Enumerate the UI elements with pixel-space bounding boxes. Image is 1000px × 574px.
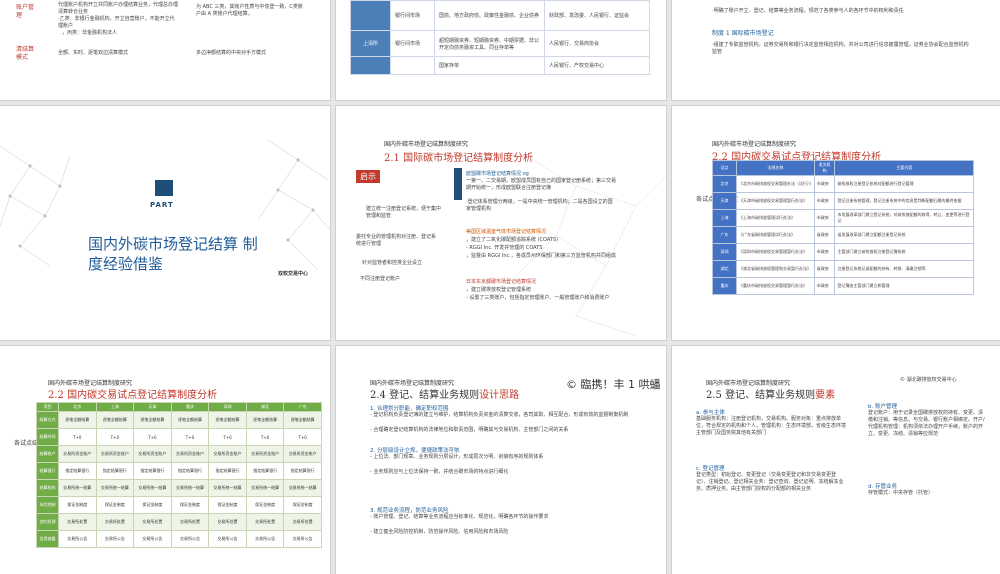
- section-2-heading: 2. 分层级设计立规，便捷政策法可依: [370, 448, 460, 454]
- slide-title: 2.1 国际碳市场登记结算制度分析: [384, 153, 534, 164]
- slide1-text-5: 全额、实时、逐笔双边清算模式: [58, 50, 129, 56]
- slide-thumbnail-4[interactable]: PART 国内外碳市场登记结算 制度经验借鉴 双权交易中心: [0, 106, 330, 340]
- registration-system-table: 试点 法规名称 发文机构 主要内容 北京 《北京市碳排放权交易管理办法（试行）》市…: [712, 160, 974, 295]
- slide-thumbnail-9[interactable]: 国内外碳市场登记结算制度研究 © 湖北碳排放权交易中心 2.5 登记、结算业务规…: [672, 346, 1000, 574]
- section-2-text-2: - 业务规则应与上位法保持一致，并结合碳市场的特点进行细化: [370, 469, 509, 475]
- jp-point-1: ，建立碳排放权登记管理系统: [466, 287, 532, 293]
- eu-heading: 欧盟碳市场登记结算情况 og: [466, 171, 529, 177]
- section-3-text-2: - 建立健全风险防控机制，防范操作风险、信用风险和市场风险: [370, 529, 509, 535]
- us-point-3: ，监督由 RGGI Inc.，各成员州环保部门和第三方监管机构共同组成: [466, 253, 616, 259]
- slide-title: 2.5 登记、结算业务规则要素: [706, 390, 836, 401]
- slide1-text-4: 为 ABC 三类，其账户性质与中债登一致，C类账户由 A 类账户代理结算。: [196, 4, 303, 17]
- us-point-2: - RGGI Inc. 开发并管理的 COATS: [466, 245, 543, 251]
- slide-thumbnail-3[interactable]: ·明确了账户开立、登记、结算等业务流程，规范了各类参与人的各环节中的权利和责任 …: [672, 0, 1000, 100]
- table-row: 深圳 《深圳市碳排放权交易管理暂行办法》 市政府 主管部门建立碳排放权注册登记簿系统: [712, 243, 974, 261]
- insight-2: 委托专业的管理机构对注册、登记系统进行管理: [356, 234, 437, 247]
- insight-1: 建立统一注册登记系统，便于集中管理和监管: [366, 206, 442, 219]
- table-row: 广东 《广东省碳排放管理试行办法》 省政府 省发展改革部门建立配额注册登记系统: [712, 226, 974, 244]
- us-point-1: ，建立了二氧化碳配额追踪系统 (COATS): [466, 237, 559, 243]
- slide1-text-1: 代理账户机构开立共同账户办理结算业务，代理总办理清算转仓业务: [58, 2, 179, 15]
- cover-title: 国内外碳市场登记结算 制度经验借鉴: [88, 235, 258, 273]
- slide-thumbnail-2[interactable]: 银行间市场 国债、地方政府债、政策性金融债、企业债券 财政部、发改委、人民银行、…: [336, 0, 666, 100]
- slide-thumbnail-6[interactable]: 国内外碳市场登记结算制度研究 2.2 国内碳交易试点登记结算制度分析 各试点登记…: [672, 106, 1000, 340]
- table-row: 北京 《北京市碳排放权交易管理办法（试行）》 市政府 碳排放权注册登记系统对配额进行登…: [712, 175, 974, 193]
- table-row: 上海 《上海市碳排放管理试行办法》 市政府 市发展改革部门建立登记系统，对碳排放配额的…: [712, 209, 974, 227]
- table-row: 天津 《天津市碳排放权交易管理暂行办法》 市政府 登记注册系统管理，登记注册系统中的信…: [712, 192, 974, 210]
- settlement-mechanism-table: 项目 北京 上海 天津 重庆 深圳 湖北 广东 结算方式 逐笔全额结算 逐笔全额结算…: [36, 402, 322, 548]
- section-3-text: - 账户管理、登记、结算等业务流程应当标准化、规范化，明确各环节的操作要求: [370, 514, 549, 520]
- element-d-text: 存管模式：中央存管（托管）: [868, 490, 934, 496]
- table-row: 结算账户 交易所资金账户 交易所资金账户 交易所资金账户 交易所资金账户 交易所资金账户交…: [36, 445, 322, 463]
- slide3-line-1: ·明确了账户开立、登记、结算等业务流程，规范了各类参与人的各环节中的权利和责任: [712, 8, 904, 14]
- element-a-heading: a. 参与主体: [696, 410, 725, 416]
- table-row: 国家存单 人民银行、产权交易中心: [350, 56, 650, 75]
- us-heading: 美国区域温室气体市场登记结算情况: [466, 229, 547, 235]
- network-graphic-right: [258, 139, 330, 271]
- slide-header: 国内外碳市场登记结算制度研究: [384, 141, 469, 148]
- table-row: 湖北 《湖北省碳排放权管理和交易暂行办法》 省政府 注册登记系统记录配额的持有、转移、…: [712, 260, 974, 278]
- table-header-row: 项目 北京 上海 天津 重庆 深圳 湖北 广东: [36, 402, 322, 412]
- eu-point-2: ·登记体系管理分两级，一是中央统一管理机构；二是各国设立的国家管理机构: [466, 199, 613, 212]
- table-row: 重庆 《重庆市碳排放权交易管理暂行办法》 市政府 登记簿由主管部门建立和管理: [712, 277, 974, 295]
- watermark-stamp: © 湖北碳排放权交易中心: [900, 377, 957, 383]
- slide-thumbnail-1[interactable]: 账户管理 清结算模式 代理账户机构开立共同账户办理结算业务，代理总办理清算转仓业…: [0, 0, 330, 100]
- eu-point-1: 一第一、二交易期，欧盟成员国有自己的国家登记册系统；第三交易期开始统一，形成欧盟…: [466, 178, 617, 191]
- corner-logo-text: 双权交易中心: [278, 271, 309, 277]
- account-management-label: 账户管理: [16, 4, 35, 19]
- custody-institution-table: 银行间市场 国债、地方政府债、政策性金融债、企业债券 财政部、发改委、人民银行、…: [350, 0, 650, 75]
- bracket-bar: [454, 168, 462, 200]
- table-row: 违约处理 交易所处置 交易所处置 交易所处置 交易所处置 交易所处置 交易所处置 交易所处置: [36, 513, 322, 531]
- slide-title: 2.4 登记、结算业务规则设计思路: [370, 390, 520, 401]
- watermark-stamp: © 臨携！丰 1 哄蟠: [566, 378, 661, 391]
- slide3-line-2: ·组建了专职监管机构，证券交易所和银行决定监管相应机构，并对公司进行信息披露管理…: [712, 42, 969, 55]
- part-label: PART: [150, 201, 174, 209]
- jp-point-2: - 设置了三类账户，包括指定管理账户、一般管理账户和消费账户: [466, 295, 610, 301]
- table-header-row: 试点 法规名称 发文机构 主要内容: [712, 160, 974, 176]
- insight-4: 不同注册登记账户: [360, 276, 401, 282]
- section-1-text: - 登记机构负责登记簿的建立与维护，结算机构负责资金的清算交收，各司其职、相互配…: [370, 412, 629, 418]
- insight-tag: 启示: [356, 170, 380, 183]
- table-row: 风险控制 保证金制度 保证金制度 保证金制度 保证金制度 保证金制度 保证金制度 保证金制度: [36, 496, 322, 514]
- jp-heading: 日本东京都碳市场登记结算情况: [466, 279, 537, 285]
- table-row: 上清所 银行间市场 超短期融资券、短期融资券、中期票据、非公开定向债务融资工具、…: [350, 30, 650, 57]
- slide-thumbnail-8[interactable]: 国内外碳市场登记结算制度研究 © 臨携！丰 1 哄蟠 2.4 登记、结算业务规则…: [336, 346, 666, 574]
- slide-header: 国内外碳市场登记结算制度研究: [712, 141, 797, 148]
- element-c-text: 登记类型：初始登记、变更登记（交易变更登记和非交易变更登记）、注销登记。登记相关…: [696, 472, 844, 492]
- slide1-text-3: ，丙类：非金融机构法人: [62, 30, 118, 36]
- element-a-text: 基础服务机构：注册登记机构，交易机构。服务对象：重点排放单位，符合规定的机构和个…: [696, 416, 847, 436]
- insight-3: 针对监管者和控排企业设立: [362, 260, 423, 266]
- table-row: 信息披露 交易所公告 交易所公告 交易所公告 交易所公告 交易所公告 交易所公告 交易所公告: [36, 530, 322, 548]
- element-d-heading: d. 存管业务: [868, 484, 897, 490]
- table-row: 银行间市场 国债、地方政府债、政策性金融债、企业债券 财政部、发改委、人民银行、…: [350, 0, 650, 31]
- section-3-heading: 3. 规范业务流程，防范业务风险: [370, 508, 449, 514]
- slide-thumbnail-5[interactable]: 国内外碳市场登记结算制度研究 2.1 国际碳市场登记结算制度分析 启示 欧盟碳市…: [336, 106, 666, 340]
- slide-title: 2.2 国内碳交易试点登记结算制度分析: [48, 390, 218, 401]
- slide-thumbnail-7[interactable]: 国内外碳市场登记结算制度研究 2.2 国内碳交易试点登记结算制度分析 各试点结算…: [0, 346, 330, 574]
- element-b-heading: b. 账户管理: [868, 404, 897, 410]
- element-b-text: 登记账户：用于记录全国碳排放权的持有、变更、清缴和注销。等信息。与交易、银行账户…: [868, 410, 985, 437]
- table-row: 结算时间 T+0 T+0 T+0 T+0 T+0 T+0 T+0: [36, 428, 322, 446]
- section-2-text: - 上位法、部门规章、业务规则分层设计，形成层次分明、衔接有序的规则体系: [370, 454, 544, 460]
- part-logo-icon: [155, 180, 173, 196]
- section-1-heading: 1. 合理划分职能，确定职权范围: [370, 406, 449, 412]
- network-graphic-left: [0, 145, 70, 267]
- slide1-text-2: ·乙类：非银行金融机构，开立自营账户，不能开立代理账户: [58, 16, 175, 29]
- section-1-text-2: - 合理确定登记结算机构的法律地位和职责范围，明确其与交易机构、主管部门之间的关…: [370, 427, 569, 433]
- table-row: 结算银行 指定结算银行 指定结算银行 指定结算银行 指定结算银行 指定结算银行 指定结算银行…: [36, 462, 322, 480]
- settlement-mode-label: 清结算模式: [16, 46, 35, 61]
- slide1-text-6: 多边净额结算的中央对手方模式: [196, 50, 267, 56]
- slide3-heading: 制度 1 国际碳市场登记: [712, 30, 774, 37]
- element-c-heading: c. 登记管理: [696, 466, 725, 472]
- table-row: 结算方式 逐笔全额结算 逐笔全额结算 逐笔全额结算 逐笔全额结算 逐笔全额结算 逐笔全额结算…: [36, 411, 322, 429]
- table-row: 结算机构 交易所统一结算 交易所统一结算 交易所统一结算 交易所统一结算 交易所统一结算交…: [36, 479, 322, 497]
